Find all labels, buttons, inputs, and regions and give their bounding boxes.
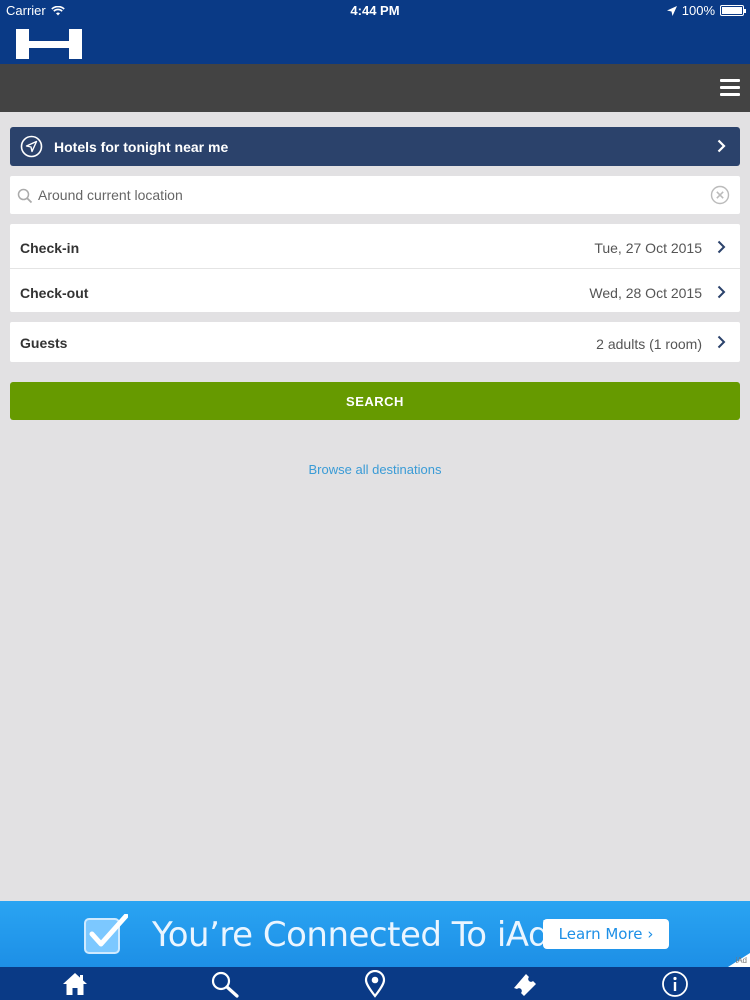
hotels-tonight-button[interactable]: Hotels for tonight near me (10, 127, 740, 166)
search-button[interactable]: SEARCH (10, 382, 740, 420)
info-icon (662, 970, 688, 997)
map-pin-icon (364, 969, 386, 998)
search-icon (17, 188, 33, 204)
tab-bar (0, 967, 750, 1000)
checkin-row[interactable]: Check-in Tue, 27 Oct 2015 (10, 224, 740, 268)
ticket-icon (514, 973, 536, 996)
hamburger-menu-icon[interactable] (720, 79, 740, 97)
checkout-row[interactable]: Check-out Wed, 28 Oct 2015 (10, 268, 740, 312)
chevron-right-icon (717, 139, 726, 153)
guests-value: 2 adults (1 room) (596, 336, 702, 352)
checkbox-check-icon (84, 914, 128, 954)
dates-group: Check-in Tue, 27 Oct 2015 Check-out Wed,… (10, 224, 740, 312)
chevron-right-icon (717, 335, 726, 349)
location-search-box (10, 176, 740, 214)
browse-destinations-link[interactable]: Browse all destinations (0, 462, 750, 477)
chevron-right-icon (717, 285, 726, 299)
tab-bookings[interactable] (450, 967, 600, 1000)
status-bar: Carrier 4:44 PM 100% (0, 0, 750, 22)
location-search-input[interactable] (38, 180, 698, 210)
battery-percent: 100% (681, 3, 715, 18)
battery-icon (720, 5, 746, 16)
status-time: 4:44 PM (350, 3, 400, 18)
iad-tag: iAd (735, 956, 747, 965)
status-right: 100% (666, 3, 746, 18)
location-arrow-icon (666, 5, 677, 16)
clear-circle-icon[interactable] (710, 185, 730, 205)
chevron-right-icon (717, 240, 726, 254)
hotel-h-logo-icon[interactable] (16, 29, 82, 59)
learn-more-button[interactable]: Learn More › (543, 919, 669, 949)
checkout-value: Wed, 28 Oct 2015 (589, 285, 702, 301)
tab-map[interactable] (300, 967, 450, 1000)
home-icon (63, 972, 87, 995)
learn-more-label: Learn More (558, 925, 643, 943)
checkout-label: Check-out (20, 285, 89, 301)
guests-label: Guests (20, 335, 68, 351)
tab-home[interactable] (0, 967, 150, 1000)
navigation-arrow-icon (20, 135, 43, 158)
iad-banner[interactable]: You’re Connected To iAd Learn More › iAd (0, 901, 750, 967)
checkin-label: Check-in (20, 240, 80, 256)
chevron-right-icon: › (647, 925, 654, 943)
tab-search[interactable] (150, 967, 300, 1000)
hotels-tonight-label: Hotels for tonight near me (54, 139, 229, 155)
ad-headline: You’re Connected To iAd (152, 915, 550, 955)
toolbar (0, 64, 750, 112)
search-icon (211, 971, 239, 998)
checkin-value: Tue, 27 Oct 2015 (594, 240, 702, 256)
guests-row[interactable]: Guests 2 adults (1 room) (10, 322, 740, 362)
brand-bar (0, 22, 750, 64)
guests-group: Guests 2 adults (1 room) (10, 322, 740, 362)
tab-info[interactable] (600, 967, 750, 1000)
